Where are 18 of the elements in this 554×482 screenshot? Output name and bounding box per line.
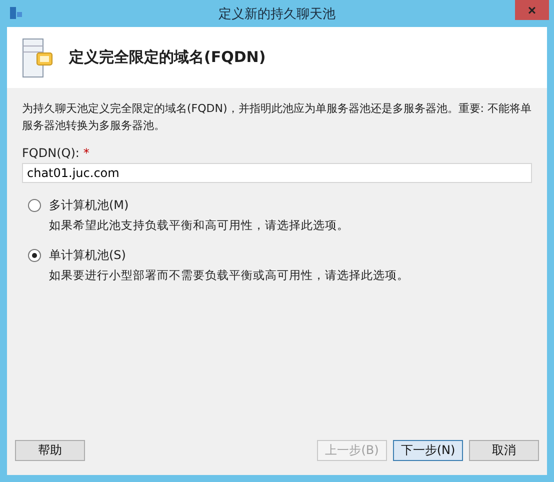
required-mark: * xyxy=(83,146,90,162)
option-label: 多计算机池(M) xyxy=(49,197,129,214)
server-chat-icon xyxy=(21,38,55,78)
dialog-button[interactable]: 下一步(N) xyxy=(393,440,463,461)
option-label: 单计算机池(S) xyxy=(49,247,126,264)
option-hint: 如果希望此池支持负载平衡和高可用性，请选择此选项。 xyxy=(49,218,350,233)
dialog-button[interactable]: 取消 xyxy=(469,440,539,461)
radio-button[interactable] xyxy=(28,199,41,212)
page-title: 定义完全限定的域名(FQDN) xyxy=(69,48,266,67)
radio-button[interactable] xyxy=(28,249,41,262)
window-title: 定义新的持久聊天池 xyxy=(218,6,336,22)
close-button[interactable]: × xyxy=(515,0,549,20)
fqdn-field[interactable]: chat01.juc.com xyxy=(22,163,532,183)
option-hint: 如果要进行小型部署而不需要负载平衡或高可用性，请选择此选项。 xyxy=(49,268,410,283)
description-text: 为持久聊天池定义完全限定的域名(FQDN)，并指明此池应为单服务器池还是多服务器池。重要: 不能将单服务器池转换为多服务器池。 xyxy=(22,101,532,134)
fqdn-label: FQDN(Q): xyxy=(22,146,80,160)
app-icon xyxy=(9,6,23,20)
dialog-button[interactable]: 帮助 xyxy=(15,440,85,461)
